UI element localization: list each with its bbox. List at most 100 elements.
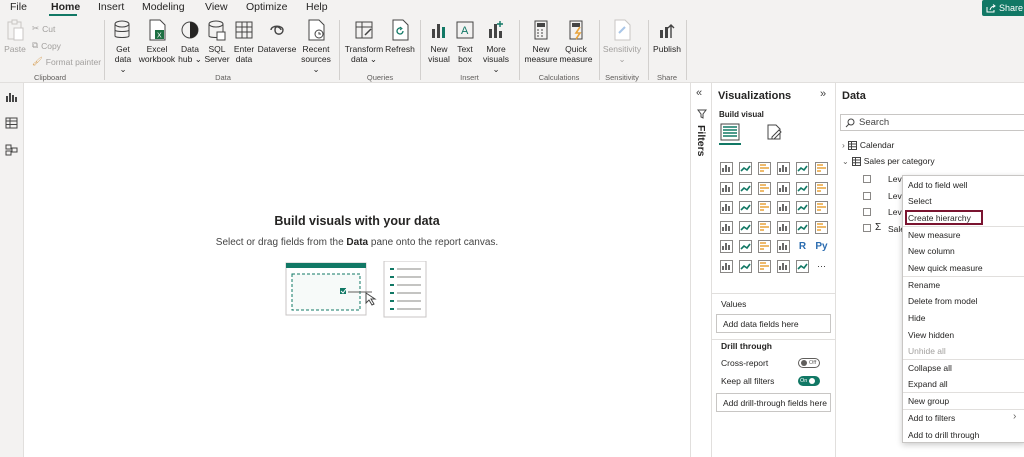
collapse-left-icon[interactable]: « — [696, 87, 702, 99]
line-clustered-icon[interactable] — [793, 179, 812, 199]
sql-server-button[interactable]: SQL Server — [204, 19, 230, 64]
more-visuals-button[interactable]: More visuals ⌄ — [479, 19, 513, 74]
map-icon[interactable] — [717, 218, 736, 238]
matrix-icon[interactable] — [774, 237, 793, 257]
report-view-icon[interactable] — [5, 91, 18, 103]
new-measure-button[interactable]: New measure — [524, 19, 558, 64]
menu-item-collapse-all[interactable]: Collapse all — [908, 363, 952, 373]
share-button[interactable]: Share — [982, 0, 1024, 16]
paste-button[interactable]: Paste — [4, 19, 26, 54]
tab-home[interactable]: Home — [51, 1, 80, 13]
menu-item-add-to-drill-through[interactable]: Add to drill through — [908, 430, 979, 440]
menu-item-expand-all[interactable]: Expand all — [908, 379, 948, 389]
table-calendar[interactable]: › Calendar — [842, 140, 894, 150]
tab-file[interactable]: File — [10, 1, 27, 13]
field-checkbox[interactable] — [863, 224, 871, 232]
publish-button[interactable]: Publish — [652, 19, 682, 54]
menu-item-rename[interactable]: Rename — [908, 280, 940, 290]
100-column-icon[interactable] — [812, 159, 831, 179]
field-checkbox[interactable] — [863, 208, 871, 216]
menu-item-add-to-field-well[interactable]: Add to field well — [908, 180, 968, 190]
menu-item-hide[interactable]: Hide — [908, 313, 925, 323]
recent-sources-button[interactable]: Recent sources ⌄ — [298, 19, 334, 74]
field-label[interactable]: Lev — [888, 191, 902, 201]
area-chart-icon[interactable] — [736, 179, 755, 199]
field-label[interactable]: Lev — [888, 174, 902, 184]
qa-icon[interactable] — [755, 257, 774, 277]
stacked-column-icon[interactable] — [736, 159, 755, 179]
menu-item-add-to-filters[interactable]: Add to filters — [908, 413, 955, 423]
filled-map-icon[interactable] — [736, 218, 755, 238]
cross-report-toggle[interactable]: Off — [798, 358, 820, 368]
get-data-button[interactable]: Get data ⌄ — [110, 19, 136, 74]
tab-insert[interactable]: Insert — [98, 1, 124, 13]
slicer-icon[interactable] — [736, 237, 755, 257]
stacked-bar-icon[interactable] — [717, 159, 736, 179]
line-chart-icon[interactable] — [717, 179, 736, 199]
data-hub-button[interactable]: Data hub ⌄ — [178, 19, 202, 64]
filters-pane-collapsed[interactable]: « Filters — [690, 83, 712, 457]
table-visual-icon[interactable] — [755, 237, 774, 257]
menu-item-new-measure[interactable]: New measure — [908, 230, 960, 240]
python-visual-icon[interactable]: Py — [812, 237, 831, 257]
card-icon[interactable] — [793, 218, 812, 238]
donut-icon[interactable] — [793, 198, 812, 218]
menu-item-new-quick-measure[interactable]: New quick measure — [908, 263, 983, 273]
treemap-icon[interactable] — [812, 198, 831, 218]
field-label[interactable]: Lev — [888, 207, 902, 217]
excel-workbook-button[interactable]: X Excel workbook — [138, 19, 176, 64]
field-checkbox[interactable] — [863, 175, 871, 183]
gauge-icon[interactable] — [774, 218, 793, 238]
dataverse-button[interactable]: Dataverse — [258, 19, 296, 54]
menu-item-select[interactable]: Select — [908, 196, 932, 206]
new-visual-button[interactable]: New visual — [426, 19, 452, 64]
tab-help[interactable]: Help — [306, 1, 328, 13]
refresh-button[interactable]: Refresh — [385, 19, 415, 54]
kpi-icon[interactable] — [717, 237, 736, 257]
azure-map-icon[interactable] — [755, 218, 774, 238]
field-checkbox[interactable] — [863, 192, 871, 200]
tab-optimize[interactable]: Optimize — [246, 1, 287, 13]
format-visual-tab-icon[interactable] — [765, 123, 783, 141]
data-search-input[interactable]: Search — [840, 114, 1024, 131]
table-view-icon[interactable] — [5, 117, 18, 129]
drill-through-field-well[interactable]: Add drill-through fields here — [716, 393, 831, 412]
menu-item-view-hidden[interactable]: View hidden — [908, 330, 954, 340]
text-box-button[interactable]: A Text box — [454, 19, 476, 64]
quick-measure-button[interactable]: Quick measure — [559, 19, 593, 64]
keep-all-filters-toggle[interactable]: On — [798, 376, 820, 386]
more-visuals-icon[interactable]: ··· — [812, 257, 831, 277]
narrative-icon[interactable] — [774, 257, 793, 277]
menu-item-delete-from-model[interactable]: Delete from model — [908, 296, 977, 306]
pie-icon[interactable] — [774, 198, 793, 218]
values-field-well[interactable]: Add data fields here — [716, 314, 831, 333]
stacked-area-icon[interactable] — [755, 179, 774, 199]
key-influencers-icon[interactable] — [717, 257, 736, 277]
menu-item-new-column[interactable]: New column — [908, 246, 955, 256]
clustered-bar-icon[interactable] — [755, 159, 774, 179]
format-painter-button[interactable]: 🖌 Format painter — [32, 56, 101, 67]
sensitivity-button[interactable]: Sensitivity ⌄ — [602, 19, 642, 64]
table-sales-per-category[interactable]: ⌄ Sales per category — [842, 156, 935, 166]
build-visual-tab-icon[interactable] — [720, 123, 740, 141]
menu-item-new-group[interactable]: New group — [908, 396, 949, 406]
r-visual-icon[interactable]: R — [793, 237, 812, 257]
transform-data-button[interactable]: Transform data ⌄ — [345, 19, 383, 64]
funnel-icon[interactable] — [736, 198, 755, 218]
ribbon-chart-icon[interactable] — [812, 179, 831, 199]
copy-button[interactable]: ⧉ Copy — [32, 40, 61, 51]
multi-row-card-icon[interactable] — [812, 218, 831, 238]
report-canvas[interactable]: Build visuals with your data Select or d… — [24, 83, 690, 457]
enter-data-button[interactable]: Enter data — [231, 19, 257, 64]
100-bar-icon[interactable] — [793, 159, 812, 179]
line-column-icon[interactable] — [774, 179, 793, 199]
clustered-column-icon[interactable] — [774, 159, 793, 179]
decomposition-tree-icon[interactable] — [736, 257, 755, 277]
scatter-icon[interactable] — [755, 198, 774, 218]
paginated-icon[interactable] — [793, 257, 812, 277]
tab-modeling[interactable]: Modeling — [142, 1, 185, 13]
model-view-icon[interactable] — [5, 144, 18, 156]
expand-right-icon[interactable]: » — [820, 88, 826, 100]
cut-button[interactable]: ✂ Cut — [32, 23, 55, 34]
tab-view[interactable]: View — [205, 1, 228, 13]
